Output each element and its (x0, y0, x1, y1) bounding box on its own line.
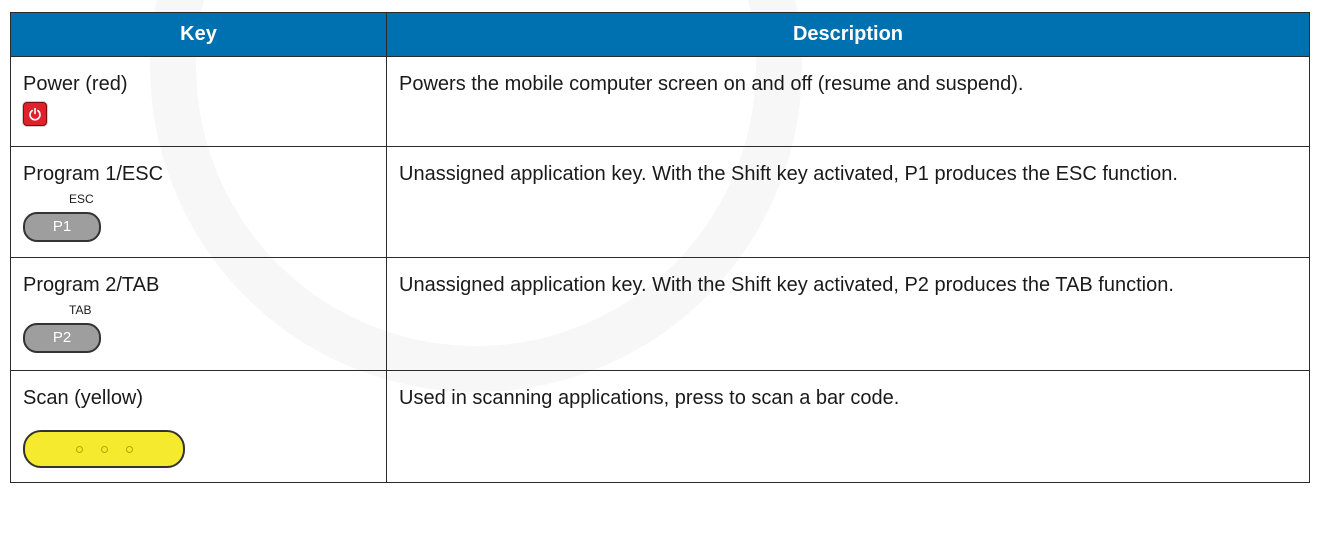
description-cell: Powers the mobile computer screen on and… (386, 56, 1310, 147)
table-row: Program 1/ESC ESC P1 Unassigned applicat… (10, 146, 1310, 258)
scan-key-icon (23, 430, 386, 468)
table-row: Power (red) Powers the mobile computer s… (10, 56, 1310, 147)
key-description: Used in scanning applications, press to … (399, 387, 900, 409)
key-name: Power (red) (23, 73, 128, 95)
table-header-row: Key Description (10, 12, 1310, 57)
key-cell: Program 1/ESC ESC P1 (10, 146, 387, 258)
power-icon (23, 102, 386, 126)
shift-label: ESC (69, 192, 94, 206)
key-name: Scan (yellow) (23, 387, 144, 409)
description-cell: Unassigned application key. With the Shi… (386, 257, 1310, 371)
scan-dot-icon (125, 445, 133, 453)
table-row: Scan (yellow) Used in scanning applicati… (10, 370, 1310, 483)
key-label: P1 (23, 212, 101, 242)
key-description: Powers the mobile computer screen on and… (399, 73, 1024, 95)
table-row: Program 2/TAB TAB P2 Unassigned applicat… (10, 257, 1310, 371)
key-name: Program 2/TAB (23, 274, 160, 296)
key-cell: Power (red) (10, 56, 387, 147)
shift-label: TAB (69, 303, 92, 317)
scan-dot-icon (75, 445, 83, 453)
p1-key-icon: ESC P1 (23, 192, 113, 252)
scan-dot-icon (100, 445, 108, 453)
description-cell: Unassigned application key. With the Shi… (386, 146, 1310, 258)
keys-table: Key Description Power (red) Powers the m… (10, 12, 1310, 483)
header-key: Key (10, 12, 387, 57)
key-label: P2 (23, 323, 101, 353)
key-name: Program 1/ESC (23, 163, 164, 185)
description-cell: Used in scanning applications, press to … (386, 370, 1310, 483)
key-cell: Scan (yellow) (10, 370, 387, 483)
header-description: Description (386, 12, 1310, 57)
p2-key-icon: TAB P2 (23, 303, 113, 363)
key-description: Unassigned application key. With the Shi… (399, 163, 1178, 185)
key-description: Unassigned application key. With the Shi… (399, 274, 1174, 296)
key-cell: Program 2/TAB TAB P2 (10, 257, 387, 371)
